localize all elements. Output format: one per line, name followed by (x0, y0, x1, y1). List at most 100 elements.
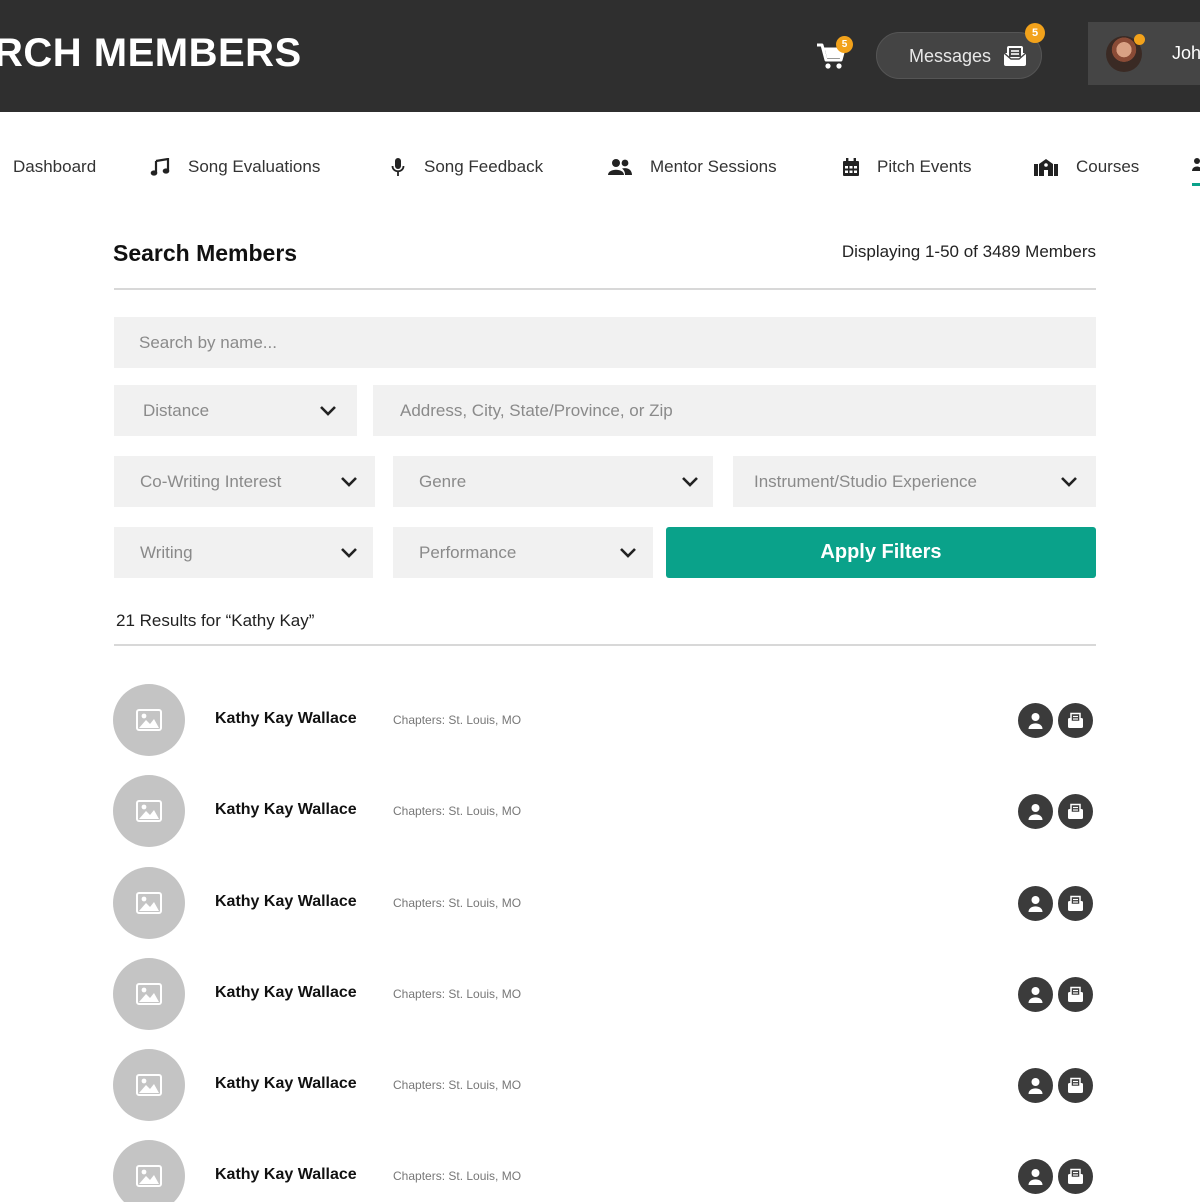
messages-button[interactable]: Messages 5 (876, 23, 1045, 79)
send-message-button[interactable] (1058, 886, 1093, 921)
user-menu[interactable]: Joh (1088, 22, 1200, 85)
inbox-icon (1068, 712, 1083, 728)
school-icon (1034, 159, 1058, 176)
avatar (113, 1049, 185, 1121)
genre-select[interactable]: Genre (393, 456, 713, 507)
nav-item-mentor-sessions[interactable]: Mentor Sessions (608, 156, 777, 178)
chevron-down-icon (682, 477, 698, 487)
nav-item-label: Courses (1076, 157, 1140, 176)
avatar (113, 684, 185, 756)
nav-item-label: Song Feedback (424, 157, 544, 176)
distance-label: Distance (143, 401, 210, 420)
member-count: Displaying 1-50 of 3489 Members (841, 242, 1096, 261)
messages-count-badge: 5 (1025, 23, 1045, 43)
member-name[interactable]: Kathy Kay Wallace (215, 801, 357, 819)
nav-item-courses[interactable]: Courses (1034, 156, 1139, 178)
nav-item-song-evaluations[interactable]: Song Evaluations (150, 156, 320, 178)
member-name[interactable]: Kathy Kay Wallace (215, 1166, 357, 1184)
cowriting-interest-select[interactable]: Co-Writing Interest (114, 456, 375, 507)
results-summary: 21 Results for “Kathy Kay” (116, 611, 315, 630)
view-profile-button[interactable] (1018, 977, 1053, 1012)
member-name[interactable]: Kathy Kay Wallace (215, 984, 357, 1002)
distance-select[interactable]: Distance (114, 385, 357, 436)
inbox-icon (1068, 1077, 1083, 1093)
member-chapter: Chapters: St. Louis, MO (393, 1169, 522, 1183)
image-placeholder-icon (136, 892, 162, 914)
nav-item-pitch-events[interactable]: Pitch Events (843, 156, 972, 178)
inbox-icon (1068, 895, 1083, 911)
user-name: Joh (1172, 43, 1200, 63)
chevron-down-icon (341, 477, 357, 487)
apply-filters-button[interactable]: Apply Filters (666, 527, 1096, 578)
section-title: Search Members (113, 240, 298, 266)
writing-select[interactable]: Writing (114, 527, 373, 578)
member-chapter: Chapters: St. Louis, MO (393, 804, 522, 818)
avatar (113, 1140, 185, 1202)
send-message-button[interactable] (1058, 1068, 1093, 1103)
search-input[interactable] (114, 317, 1096, 368)
member-name[interactable]: Kathy Kay Wallace (215, 893, 357, 911)
nav-item-dashboard[interactable]: Dashboard (13, 156, 96, 178)
user-icon (1028, 987, 1043, 1003)
search-field (114, 317, 1096, 368)
list-item: Kathy Kay Wallace Chapters: St. Louis, M… (113, 1140, 1096, 1202)
view-profile-button[interactable] (1018, 1068, 1053, 1103)
inbox-icon (1068, 803, 1083, 819)
send-message-button[interactable] (1058, 977, 1093, 1012)
image-placeholder-icon (136, 1074, 162, 1096)
avatar (113, 867, 185, 939)
active-tab-indicator (1192, 183, 1200, 186)
image-placeholder-icon (136, 1165, 162, 1187)
list-item: Kathy Kay Wallace Chapters: St. Louis, M… (113, 958, 1096, 1030)
music-note-icon (150, 158, 170, 176)
user-icon (1028, 1078, 1043, 1094)
member-chapter: Chapters: St. Louis, MO (393, 713, 522, 727)
view-profile-button[interactable] (1018, 794, 1053, 829)
page-title: RCH MEMBERS (0, 31, 302, 75)
image-placeholder-icon (136, 709, 162, 731)
writing-label: Writing (140, 543, 193, 562)
list-item: Kathy Kay Wallace Chapters: St. Louis, M… (113, 867, 1096, 939)
nav-item-label: Mentor Sessions (650, 157, 777, 176)
avatar (113, 958, 185, 1030)
inbox-icon (1003, 46, 1027, 66)
chevron-down-icon (620, 548, 636, 558)
user-icon (1028, 896, 1043, 912)
users-icon (1192, 158, 1200, 171)
nav-item-members[interactable] (1192, 157, 1200, 180)
send-message-button[interactable] (1058, 794, 1093, 829)
send-message-button[interactable] (1058, 1159, 1093, 1194)
inbox-icon (1068, 1168, 1083, 1184)
calendar-icon (843, 158, 859, 176)
user-icon (1028, 1169, 1043, 1185)
performance-select[interactable]: Performance (393, 527, 653, 578)
chevron-down-icon (341, 548, 357, 558)
cart-count-badge: 5 (836, 36, 853, 53)
image-placeholder-icon (136, 800, 162, 822)
users-icon (608, 159, 632, 175)
member-chapter: Chapters: St. Louis, MO (393, 896, 522, 910)
member-name[interactable]: Kathy Kay Wallace (215, 710, 357, 728)
cowriting-interest-label: Co-Writing Interest (140, 472, 282, 491)
header-bar: RCH MEMBERS 5 Messages 5 Joh (0, 0, 1200, 112)
chevron-down-icon (320, 406, 336, 416)
view-profile-button[interactable] (1018, 886, 1053, 921)
nav-item-label: Dashboard (13, 157, 97, 176)
nav-item-label: Pitch Events (877, 157, 972, 176)
send-message-button[interactable] (1058, 703, 1093, 738)
divider (114, 288, 1096, 290)
instrument-experience-label: Instrument/Studio Experience (754, 472, 978, 491)
view-profile-button[interactable] (1018, 1159, 1053, 1194)
nav-item-song-feedback[interactable]: Song Feedback (390, 156, 543, 178)
member-name[interactable]: Kathy Kay Wallace (215, 1075, 357, 1093)
cart-button[interactable]: 5 (816, 36, 853, 72)
list-item: Kathy Kay Wallace Chapters: St. Louis, M… (113, 775, 1096, 847)
list-item: Kathy Kay Wallace Chapters: St. Louis, M… (113, 1049, 1096, 1121)
address-input[interactable] (373, 385, 1096, 436)
main-nav: Dashboard Song Evaluations Song Feedback (0, 112, 1200, 198)
user-icon (1028, 713, 1043, 729)
view-profile-button[interactable] (1018, 703, 1053, 738)
page: RCH MEMBERS 5 Messages 5 Joh Dashboard S… (0, 0, 1200, 1202)
instrument-experience-select[interactable]: Instrument/Studio Experience (733, 456, 1096, 507)
genre-label: Genre (419, 472, 467, 491)
